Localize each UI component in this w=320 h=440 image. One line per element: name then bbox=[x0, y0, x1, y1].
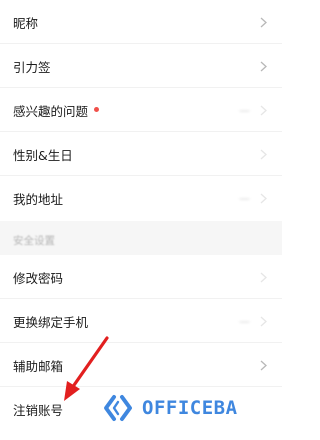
security-section-header: 安全设置 bbox=[0, 221, 282, 255]
settings-item-value: — bbox=[239, 191, 250, 205]
officeba-logo-icon bbox=[104, 395, 132, 421]
settings-item-signature[interactable]: 引力签 bbox=[0, 44, 282, 88]
section-title: 安全设置 bbox=[13, 235, 55, 247]
chevron-right-icon bbox=[258, 191, 268, 205]
chevron-right-icon bbox=[258, 15, 268, 29]
settings-item-label: 更换绑定手机 bbox=[13, 314, 89, 330]
settings-item-label: 引力签 bbox=[13, 59, 51, 75]
chevron-right-icon bbox=[258, 147, 268, 161]
watermark-text: OFFICEBA bbox=[142, 397, 238, 419]
settings-item-change-password[interactable]: 修改密码 bbox=[0, 255, 282, 299]
chevron-right-icon bbox=[258, 270, 268, 284]
settings-item-value: — bbox=[239, 314, 250, 328]
chevron-right-icon bbox=[258, 103, 268, 117]
settings-item-label: 我的地址 bbox=[13, 191, 64, 207]
new-badge-dot bbox=[94, 106, 100, 112]
settings-item-nickname[interactable]: 昵称 bbox=[0, 0, 282, 44]
settings-item-address[interactable]: 我的地址 — bbox=[0, 176, 282, 220]
settings-item-gender-birthday[interactable]: 性别&生日 bbox=[0, 132, 282, 176]
settings-item-label: 辅助邮箱 bbox=[13, 358, 64, 374]
settings-item-label: 感兴趣的问题 bbox=[13, 103, 89, 119]
settings-item-label: 注销账号 bbox=[13, 402, 64, 418]
settings-item-label: 修改密码 bbox=[13, 270, 64, 286]
account-settings-page: 昵称 引力签 感兴趣的问题 — 性别&生日 我的地址 — 安全设置 修改密码 更… bbox=[0, 0, 282, 440]
settings-item-interests[interactable]: 感兴趣的问题 — bbox=[0, 88, 282, 132]
settings-item-label: 昵称 bbox=[13, 15, 39, 31]
settings-item-value: — bbox=[239, 103, 250, 117]
chevron-right-icon bbox=[258, 358, 268, 372]
settings-item-label: 性别&生日 bbox=[13, 147, 73, 163]
chevron-right-icon bbox=[258, 59, 268, 73]
watermark: OFFICEBA bbox=[102, 392, 238, 424]
settings-item-backup-email[interactable]: 辅助邮箱 bbox=[0, 343, 282, 387]
chevron-right-icon bbox=[258, 314, 268, 328]
settings-item-change-phone[interactable]: 更换绑定手机 — bbox=[0, 299, 282, 343]
